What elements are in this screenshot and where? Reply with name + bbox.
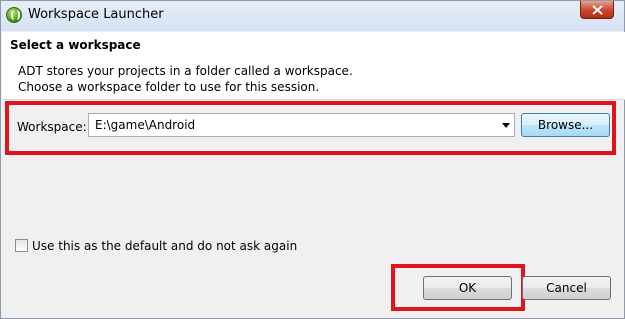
description-line-1: ADT stores your projects in a folder cal… [18, 64, 353, 78]
cancel-button[interactable]: Cancel [522, 276, 611, 300]
adt-icon [6, 7, 22, 23]
window-title: Workspace Launcher [28, 7, 164, 22]
ok-button[interactable]: OK [423, 276, 512, 300]
page-title: Select a workspace [10, 38, 141, 52]
workspace-label: Workspace: [17, 120, 87, 134]
workspace-combo[interactable]: E:\game\Android [88, 113, 515, 137]
close-icon [592, 5, 603, 15]
header-panel: Select a workspace ADT stores your proje… [2, 32, 625, 100]
workspace-row: Workspace: E:\game\Android Browse... [1, 101, 625, 155]
chevron-down-icon[interactable] [502, 123, 510, 128]
default-checkbox[interactable] [15, 239, 28, 252]
default-checkbox-label[interactable]: Use this as the default and do not ask a… [32, 239, 297, 253]
workspace-value: E:\game\Android [95, 118, 196, 132]
workspace-launcher-window: Workspace Launcher Select a workspace AD… [0, 0, 625, 319]
close-button[interactable] [580, 1, 614, 19]
description-line-2: Choose a workspace folder to use for thi… [18, 80, 320, 94]
browse-button[interactable]: Browse... [521, 113, 610, 137]
title-bar[interactable]: Workspace Launcher [1, 1, 624, 31]
